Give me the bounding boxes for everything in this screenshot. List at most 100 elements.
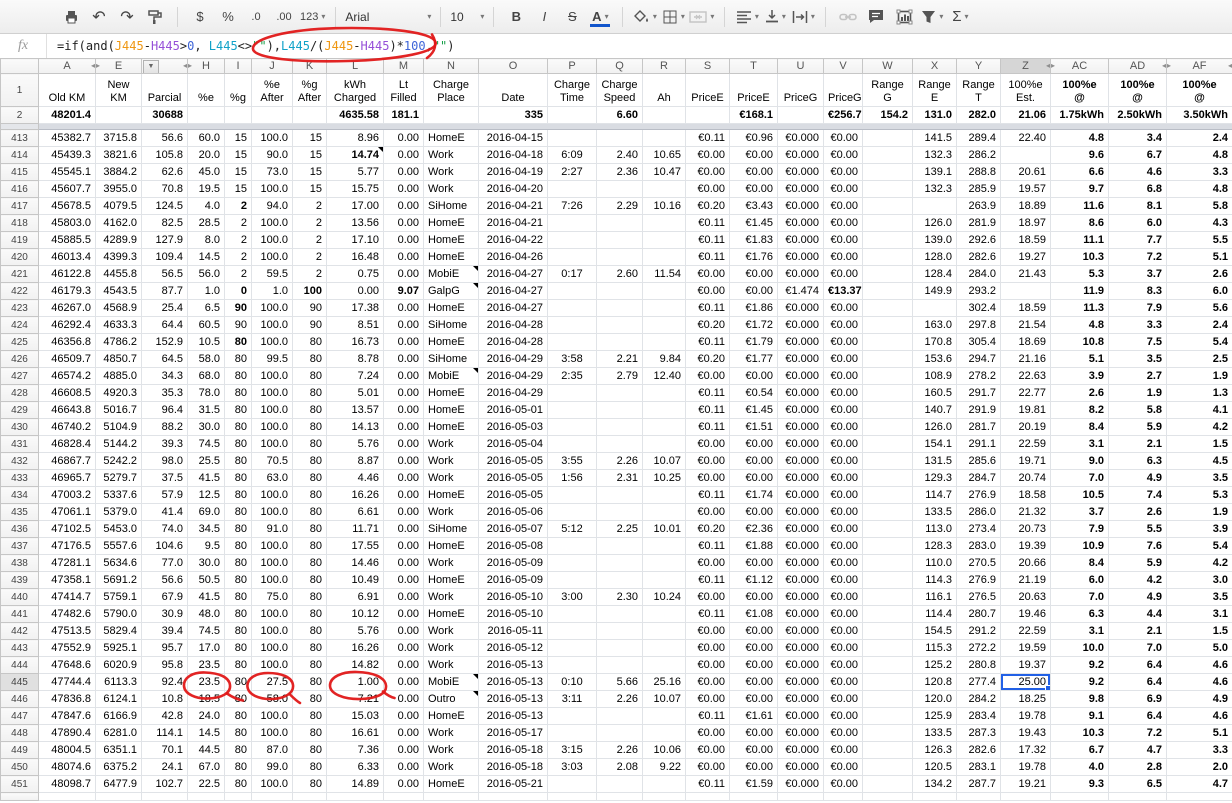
cell-R426[interactable]: 9.84 [643,351,686,368]
cell-Y414[interactable]: 286.2 [957,147,1001,164]
cell-AC2[interactable]: 1.75kWh [1051,107,1109,124]
cell-AF420[interactable]: 5.1 [1167,249,1232,266]
cell-K414[interactable]: 15 [293,147,327,164]
cell-W446[interactable] [863,691,913,708]
cell-M428[interactable]: 0.00 [384,385,424,402]
cell-I424[interactable]: 90 [225,317,252,334]
cell-Z424[interactable]: 21.54 [1001,317,1051,334]
cell-S424[interactable]: €0.20 [686,317,730,334]
cell-AC1[interactable]: 100%e@ [1051,74,1109,107]
cell-R445[interactable]: 25.16 [643,674,686,691]
cell-E450[interactable]: 6375.2 [96,759,142,776]
cell-I428[interactable]: 80 [225,385,252,402]
cell-AC430[interactable]: 8.4 [1051,419,1109,436]
cell-V425[interactable]: €0.00 [824,334,863,351]
cell-J432[interactable]: 70.5 [252,453,293,470]
row-header-419[interactable]: 419 [1,232,39,249]
cell-Y415[interactable]: 288.8 [957,164,1001,181]
row-header-422[interactable]: 422 [1,283,39,300]
cell-P452[interactable] [548,793,597,801]
cell-J446[interactable]: 58.0 [252,691,293,708]
cell-N451[interactable]: HomeE [424,776,479,793]
cell-P446[interactable]: 3:11 [548,691,597,708]
cell-AD432[interactable]: 6.3 [1109,453,1167,470]
cell-J442[interactable]: 100.0 [252,623,293,640]
cell-I414[interactable]: 15 [225,147,252,164]
cell-H413[interactable]: 60.0 [188,130,225,147]
cell-AD434[interactable]: 7.4 [1109,487,1167,504]
cell-N450[interactable]: Work [424,759,479,776]
cell-H440[interactable]: 41.5 [188,589,225,606]
cell-V445[interactable]: €0.00 [824,674,863,691]
cell-X444[interactable]: 125.2 [913,657,957,674]
cell-J438[interactable]: 100.0 [252,555,293,572]
paint-format-button[interactable] [141,5,169,29]
cell-AC439[interactable]: 6.0 [1051,572,1109,589]
cell-AD442[interactable]: 2.1 [1109,623,1167,640]
cell-N421[interactable]: MobiE [424,266,479,283]
cell-Y427[interactable]: 278.2 [957,368,1001,385]
cell-E438[interactable]: 5634.6 [96,555,142,572]
cell-U448[interactable]: €0.000 [778,725,824,742]
cell-M434[interactable]: 0.00 [384,487,424,504]
cell-I430[interactable]: 80 [225,419,252,436]
cell-AD2[interactable]: 2.50kWh [1109,107,1167,124]
column-header-AD[interactable]: AD◂ [1109,59,1167,74]
cell-S419[interactable]: €0.11 [686,232,730,249]
cell-U449[interactable]: €0.000 [778,742,824,759]
cell-T427[interactable]: €0.00 [730,368,778,385]
functions-button[interactable]: Σ▾ [946,5,974,29]
cell-F425[interactable]: 152.9 [142,334,188,351]
cell-Z415[interactable]: 20.61 [1001,164,1051,181]
cell-H430[interactable]: 30.0 [188,419,225,436]
cell-V443[interactable]: €0.00 [824,640,863,657]
decrease-decimals-button[interactable]: .0 [242,5,270,29]
cell-F451[interactable]: 102.7 [142,776,188,793]
cell-H428[interactable]: 78.0 [188,385,225,402]
cell-AD422[interactable]: 8.3 [1109,283,1167,300]
cell-O416[interactable]: 2016-04-20 [479,181,548,198]
cell-W416[interactable] [863,181,913,198]
cell-W444[interactable] [863,657,913,674]
print-button[interactable] [57,5,85,29]
cell-T434[interactable]: €1.74 [730,487,778,504]
column-header-W[interactable]: W [863,59,913,74]
cell-R448[interactable] [643,725,686,742]
cell-V422[interactable]: €13.37 [824,283,863,300]
cell-I448[interactable]: 80 [225,725,252,742]
cell-M427[interactable]: 0.00 [384,368,424,385]
cell-Z418[interactable]: 18.97 [1001,215,1051,232]
cell-U430[interactable]: €0.000 [778,419,824,436]
cell-W1[interactable]: RangeG [863,74,913,107]
cell-L450[interactable]: 6.33 [327,759,384,776]
cell-R414[interactable]: 10.65 [643,147,686,164]
cell-O433[interactable]: 2016-05-05 [479,470,548,487]
cell-T414[interactable]: €0.00 [730,147,778,164]
cell-AF447[interactable]: 4.6 [1167,708,1232,725]
cell-X449[interactable]: 126.3 [913,742,957,759]
cell-Q419[interactable] [597,232,643,249]
column-header-K[interactable]: K [293,59,327,74]
cell-A436[interactable]: 47102.5 [39,521,96,538]
cell-V417[interactable]: €0.00 [824,198,863,215]
cell-O428[interactable]: 2016-04-29 [479,385,548,402]
cell-L446[interactable]: 7.21 [327,691,384,708]
cell-K428[interactable]: 80 [293,385,327,402]
cell-Z422[interactable] [1001,283,1051,300]
cell-F421[interactable]: 56.5 [142,266,188,283]
cell-K447[interactable]: 80 [293,708,327,725]
cell-X435[interactable]: 133.5 [913,504,957,521]
column-header-A[interactable]: A◂ [39,59,96,74]
cell-E448[interactable]: 6281.0 [96,725,142,742]
cell-E419[interactable]: 4289.9 [96,232,142,249]
column-header-Q[interactable]: Q [597,59,643,74]
cell-K445[interactable]: 80 [293,674,327,691]
cell-F418[interactable]: 82.5 [142,215,188,232]
cell-Z441[interactable]: 19.46 [1001,606,1051,623]
cell-A414[interactable]: 45439.3 [39,147,96,164]
cell-I446[interactable]: 80 [225,691,252,708]
cell-I431[interactable]: 80 [225,436,252,453]
cell-P436[interactable]: 5:12 [548,521,597,538]
cell-AF437[interactable]: 5.4 [1167,538,1232,555]
cell-O419[interactable]: 2016-04-22 [479,232,548,249]
